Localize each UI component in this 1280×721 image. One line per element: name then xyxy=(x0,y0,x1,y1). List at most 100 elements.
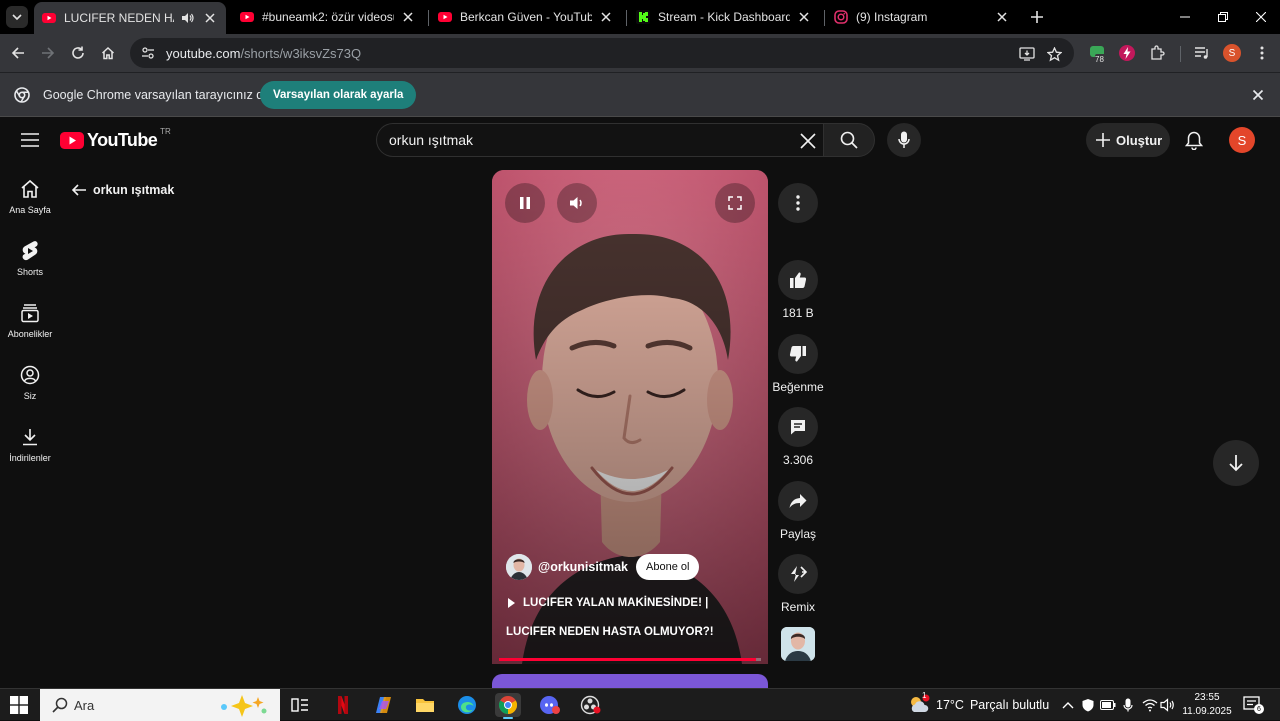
new-tab-button[interactable] xyxy=(1028,8,1046,26)
close-infobar-icon[interactable] xyxy=(1250,87,1266,103)
extensions-button[interactable] xyxy=(1147,43,1167,63)
netflix-icon xyxy=(338,696,348,714)
windows-start-icon[interactable] xyxy=(10,696,28,714)
channel-avatar[interactable] xyxy=(506,554,532,580)
shield-tray-icon xyxy=(1082,699,1094,712)
set-default-button[interactable]: Varsayılan olarak ayarla xyxy=(260,81,417,109)
sidebar-item-downloads[interactable]: İndirilenler xyxy=(0,411,60,471)
more-actions-button[interactable] xyxy=(778,183,818,223)
weather-widget[interactable]: 1 17°C Parçalı bulutlu xyxy=(908,691,1049,716)
back-button[interactable] xyxy=(6,41,30,65)
home-icon xyxy=(18,177,42,201)
pause-button[interactable] xyxy=(505,183,545,223)
subscribe-button[interactable]: Abone ol xyxy=(636,554,700,580)
minimize-button[interactable] xyxy=(1166,0,1204,34)
close-tab-icon[interactable] xyxy=(994,9,1010,25)
fullscreen-button[interactable] xyxy=(715,183,755,223)
infobar-message: Google Chrome varsayılan tarayıcınız değ… xyxy=(43,88,283,102)
account-avatar[interactable]: S xyxy=(1229,127,1255,153)
install-app-icon[interactable] xyxy=(1018,45,1036,63)
like-button[interactable] xyxy=(778,260,818,300)
clear-search-button[interactable] xyxy=(797,130,819,152)
chrome-menu-button[interactable] xyxy=(1252,43,1272,63)
forward-button[interactable] xyxy=(36,41,60,65)
speaker-icon[interactable] xyxy=(180,10,196,26)
hamburger-icon xyxy=(21,133,39,147)
sidebar-item-home[interactable]: Ana Sayfa xyxy=(0,163,60,223)
short-title-link[interactable]: LUCIFER YALAN MAKİNESİNDE! | xyxy=(508,597,708,609)
sidebar-item-subscriptions[interactable]: Abonelikler xyxy=(0,287,60,347)
notification-center-button[interactable]: 6 xyxy=(1243,696,1264,714)
sidebar-item-you[interactable]: Siz xyxy=(0,349,60,409)
bookmark-star-icon[interactable] xyxy=(1045,45,1063,63)
volume-tray-button[interactable] xyxy=(1160,697,1176,713)
file-explorer-app[interactable] xyxy=(412,693,438,717)
guide-menu-button[interactable] xyxy=(18,128,42,152)
netflix-app[interactable] xyxy=(330,693,356,717)
site-info-icon[interactable] xyxy=(136,41,160,65)
more-vert-icon xyxy=(1260,46,1264,60)
discord-icon xyxy=(540,696,560,714)
address-bar[interactable]: youtube.com/shorts/w3iksvZs73Q xyxy=(130,38,1074,68)
back-to-search-link[interactable]: orkun ışıtmak xyxy=(70,181,174,199)
reload-button[interactable] xyxy=(66,41,90,65)
task-view-button[interactable] xyxy=(287,693,313,717)
tray-overflow-button[interactable] xyxy=(1060,697,1076,713)
tray-app-button[interactable] xyxy=(1080,697,1096,713)
youtube-logo[interactable]: YouTube TR xyxy=(60,127,171,151)
discord-app[interactable] xyxy=(537,693,563,717)
chevron-down-icon xyxy=(12,14,22,21)
tab-berkcan[interactable]: Berkcan Güven - YouTube xyxy=(430,3,622,31)
system-clock[interactable]: 23:55 11.09.2025 xyxy=(1180,691,1234,719)
next-short-preview[interactable] xyxy=(492,674,768,688)
network-tray-button[interactable] xyxy=(1142,697,1158,713)
voice-search-button[interactable] xyxy=(887,123,921,157)
thumbs-down-icon xyxy=(789,346,806,362)
search-icon xyxy=(840,131,858,149)
close-tab-icon[interactable] xyxy=(202,10,218,26)
video-progress-bar[interactable] xyxy=(499,658,761,661)
edge-app[interactable] xyxy=(454,693,480,717)
chrome-app[interactable] xyxy=(495,693,521,719)
url-path: /shorts/w3iksvZs73Q xyxy=(240,45,362,61)
profile-button[interactable]: S xyxy=(1222,43,1242,63)
close-window-button[interactable] xyxy=(1242,0,1280,34)
reload-icon xyxy=(72,46,84,59)
volume-button[interactable] xyxy=(557,183,597,223)
recorder-app[interactable] xyxy=(578,693,604,717)
short-video-player[interactable]: @orkunisitmak Abone ol LUCIFER YALAN MAK… xyxy=(492,170,768,664)
search-button[interactable] xyxy=(823,123,875,157)
search-input[interactable] xyxy=(389,132,779,148)
close-tab-icon[interactable] xyxy=(598,9,614,25)
tab-lucifer[interactable]: LUCIFER NEDEN HASTA OLI xyxy=(34,2,226,34)
copilot-icon xyxy=(376,697,391,713)
create-button[interactable]: Oluştur xyxy=(1086,123,1170,157)
short-title-line2[interactable]: LUCIFER NEDEN HASTA OLMUYOR?! xyxy=(506,626,714,638)
microphone-tray-button[interactable] xyxy=(1120,697,1136,713)
close-tab-icon[interactable] xyxy=(400,9,416,25)
home-button[interactable] xyxy=(96,41,120,65)
sidebar-item-shorts[interactable]: Shorts xyxy=(0,225,60,285)
close-tab-icon[interactable] xyxy=(796,9,812,25)
sound-thumbnail[interactable] xyxy=(781,627,815,661)
media-control-button[interactable] xyxy=(1192,43,1212,63)
remix-button[interactable] xyxy=(778,554,818,594)
tab-instagram[interactable]: (9) Instagram xyxy=(826,3,1018,31)
extension-bolt-button[interactable] xyxy=(1117,43,1137,63)
partly-cloudy-icon xyxy=(911,694,930,712)
taskbar-search-box[interactable]: Ara xyxy=(40,689,280,721)
subscriptions-icon xyxy=(18,301,42,325)
dislike-button[interactable] xyxy=(778,334,818,374)
tab-search-button[interactable] xyxy=(6,6,28,28)
maximize-button[interactable] xyxy=(1204,0,1242,34)
copilot-app[interactable] xyxy=(371,693,397,717)
share-button[interactable] xyxy=(778,481,818,521)
extension-chat-button[interactable]: 78 xyxy=(1088,43,1108,64)
tab-kick[interactable]: Stream - Kick Dashboard xyxy=(628,3,820,31)
channel-name[interactable]: @orkunisitmak xyxy=(538,560,628,574)
tab-buneamk2[interactable]: #buneamk2: özür videosu. - Yo xyxy=(232,3,424,31)
next-short-button[interactable] xyxy=(1213,440,1259,486)
comments-button[interactable] xyxy=(778,407,818,447)
notifications-button[interactable] xyxy=(1182,128,1206,152)
battery-tray-button[interactable] xyxy=(1100,697,1116,713)
